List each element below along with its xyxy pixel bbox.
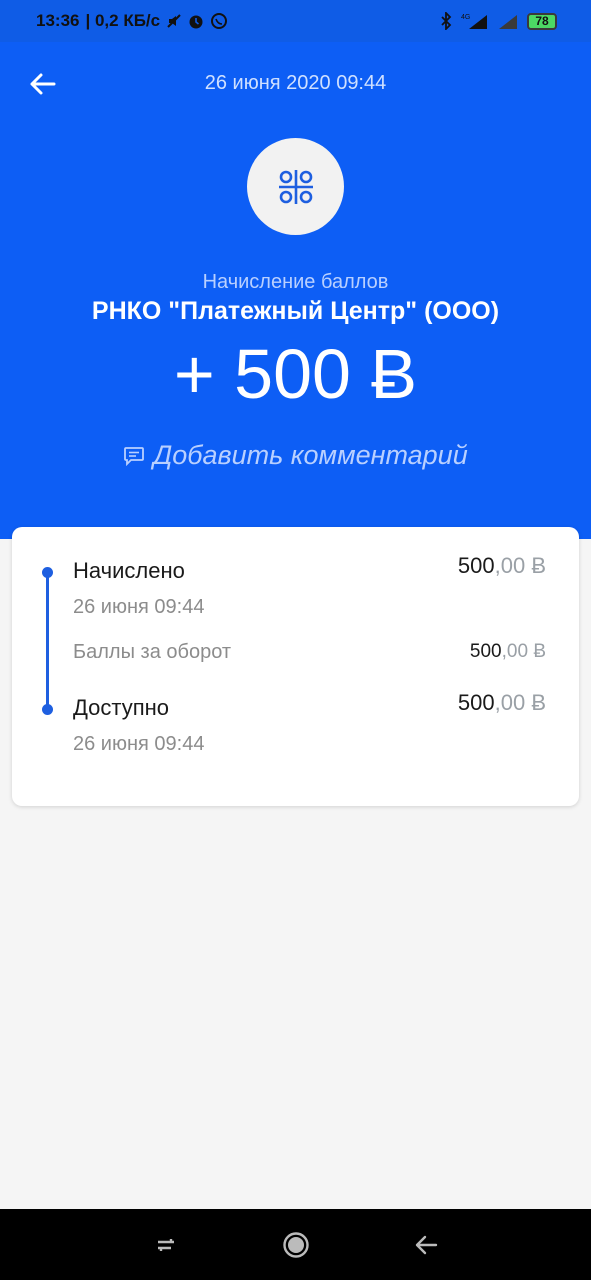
qiwi-bonus-logo-icon — [278, 169, 313, 204]
comment-icon — [124, 446, 145, 466]
bluetooth-icon — [441, 12, 452, 30]
whatsapp-icon — [211, 13, 228, 29]
system-back-button[interactable] — [403, 1222, 449, 1268]
home-button[interactable] — [273, 1222, 319, 1268]
accrued-amount-int: 500 — [457, 553, 495, 578]
battery-indicator: 78 — [527, 12, 557, 30]
add-comment-label: Добавить комментарий — [153, 440, 468, 470]
recents-button[interactable] — [143, 1222, 189, 1268]
accrued-date: 26 июня 09:44 — [73, 596, 205, 618]
accrued-title: Начислено — [73, 558, 185, 583]
signal-icon — [499, 15, 517, 29]
status-icons-left — [166, 12, 228, 30]
available-amount-int: 500 — [457, 690, 495, 715]
back-icon — [415, 1235, 437, 1254]
mute-icon — [167, 14, 181, 28]
recents-icon — [157, 1238, 174, 1251]
status-bar: 13:36 | 0,2 КБ/с 4G 78 — [0, 0, 591, 42]
status-speed: | 0,2 КБ/с — [85, 11, 161, 30]
available-amount: 500,00 Ƀ — [458, 690, 546, 716]
add-comment-button[interactable]: Добавить комментарий — [0, 440, 591, 471]
status-right: 4G 78 — [439, 12, 557, 30]
signal-4g-icon: 4G — [461, 14, 487, 29]
turnover-amount: 500,00 Ƀ — [470, 641, 546, 663]
turnover-amount-frac: ,00 Ƀ — [501, 641, 546, 662]
timeline-line — [46, 572, 49, 710]
alarm-icon — [189, 15, 203, 29]
transaction-amount: + 500 Ƀ — [173, 335, 418, 413]
transaction-timeline-card: Начислено 500,00 Ƀ 26 июня 09:44 Баллы з… — [12, 527, 579, 806]
merchant-logo — [247, 138, 344, 235]
accrued-amount: 500,00 Ƀ — [458, 553, 546, 579]
home-icon — [282, 1231, 309, 1258]
turnover-amount-int: 500 — [469, 641, 502, 662]
header-date: 26 июня 2020 09:44 — [204, 72, 387, 94]
status-time: 13:36 — [36, 11, 80, 30]
available-date: 26 июня 09:44 — [73, 733, 205, 755]
turnover-label: Баллы за оборот — [73, 641, 232, 663]
available-title: Доступно — [73, 695, 170, 720]
timeline-dot-accrued — [42, 567, 53, 578]
available-amount-frac: ,00 Ƀ — [494, 690, 546, 715]
transaction-header: 26 июня 2020 09:44 Начисление баллов РНК… — [0, 42, 591, 539]
timeline-dot-available — [42, 704, 53, 715]
status-left: 13:36 | 0,2 КБ/с — [36, 11, 228, 31]
merchant-name: РНКО "Платежный Центр" (ООО) — [91, 297, 500, 325]
svg-text:4G: 4G — [461, 14, 470, 21]
system-nav-bar — [0, 1209, 591, 1280]
accrued-amount-frac: ,00 Ƀ — [494, 553, 546, 578]
transaction-type: Начисление баллов — [202, 271, 389, 293]
